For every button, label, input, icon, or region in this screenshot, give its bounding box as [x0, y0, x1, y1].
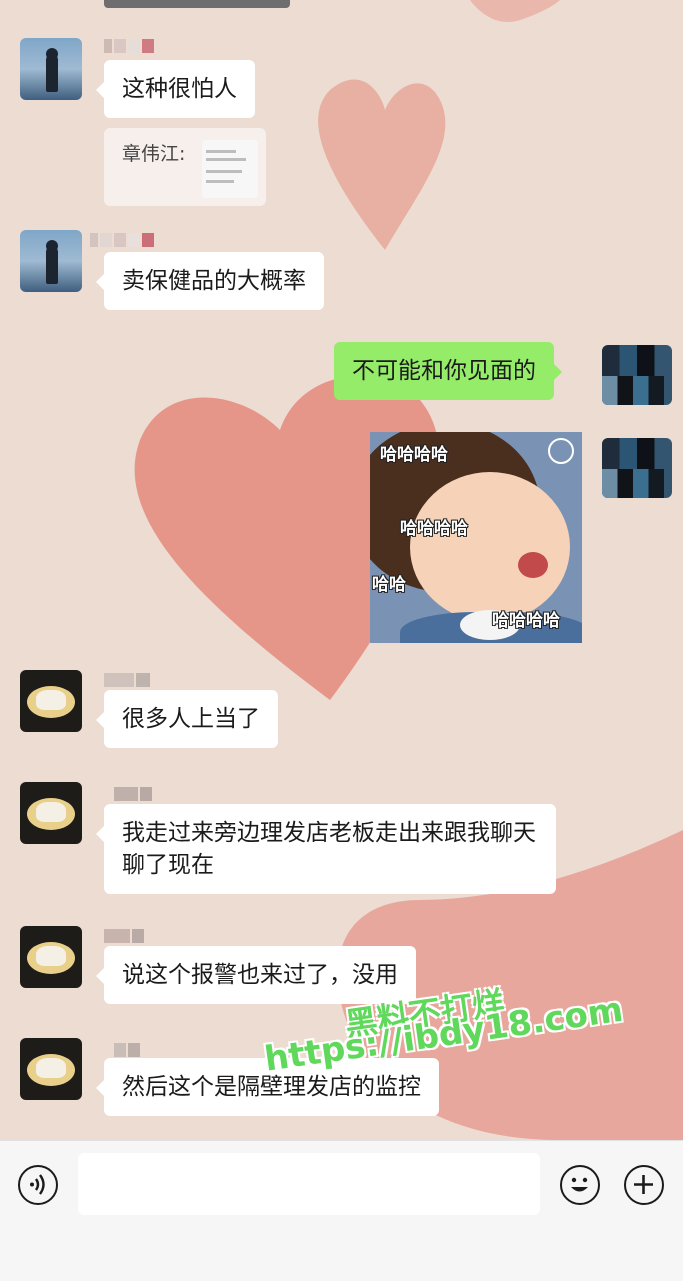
- previous-image-edge: [104, 0, 290, 8]
- sticker-caption: 哈哈哈哈: [380, 445, 448, 465]
- message-text: 这种很怕人: [122, 76, 237, 102]
- voice-icon[interactable]: [18, 1165, 58, 1205]
- sender-name-blurred: [104, 672, 152, 687]
- my-message-bubble[interactable]: 不可能和你见面的: [334, 342, 562, 400]
- sender-name-blurred: [104, 38, 156, 53]
- message-bubble[interactable]: 这种很怕人: [96, 60, 255, 118]
- sender-name-blurred: [114, 786, 154, 801]
- sender-name-blurred: [104, 928, 146, 943]
- quoted-message[interactable]: 章伟江:: [104, 128, 266, 206]
- plus-icon[interactable]: [624, 1165, 664, 1205]
- my-avatar[interactable]: [602, 438, 672, 498]
- sticker-caption: 哈哈: [372, 575, 406, 595]
- avatar[interactable]: [20, 230, 82, 292]
- sender-name-blurred: [114, 1042, 142, 1057]
- avatar[interactable]: [20, 38, 82, 100]
- sticker-logo-icon: [548, 438, 574, 464]
- avatar[interactable]: [20, 926, 82, 988]
- chat-area[interactable]: 这种很怕人 章伟江: 卖保健品的大概率 不可能和你见面的 哈哈哈哈 哈哈哈哈 哈…: [0, 0, 683, 1140]
- message-text: 说这个报警也来过了，没用: [122, 962, 398, 988]
- message-input[interactable]: [78, 1153, 540, 1215]
- sticker-caption: 哈哈哈哈: [400, 519, 468, 539]
- avatar[interactable]: [20, 1038, 82, 1100]
- sender-name-blurred: [90, 232, 156, 247]
- message-bubble[interactable]: 卖保健品的大概率: [96, 252, 324, 310]
- message-text: 卖保健品的大概率: [122, 268, 306, 294]
- my-avatar[interactable]: [602, 345, 672, 405]
- laughing-child-sticker[interactable]: 哈哈哈哈 哈哈哈哈 哈哈 哈哈哈哈: [370, 432, 582, 643]
- message-bubble[interactable]: 很多人上当了: [96, 690, 278, 748]
- message-text: 我走过来旁边理发店老板走出来跟我聊天聊了现在: [122, 820, 536, 878]
- input-bar: [0, 1140, 683, 1281]
- quote-thumbnail: [202, 140, 258, 198]
- quote-sender: 章伟江:: [122, 143, 186, 165]
- message-text: 不可能和你见面的: [352, 358, 536, 384]
- message-text: 很多人上当了: [122, 706, 260, 732]
- sticker-caption: 哈哈哈哈: [492, 611, 560, 631]
- avatar[interactable]: [20, 670, 82, 732]
- emoji-icon[interactable]: [560, 1165, 600, 1205]
- avatar[interactable]: [20, 782, 82, 844]
- message-bubble[interactable]: 我走过来旁边理发店老板走出来跟我聊天聊了现在: [96, 804, 556, 894]
